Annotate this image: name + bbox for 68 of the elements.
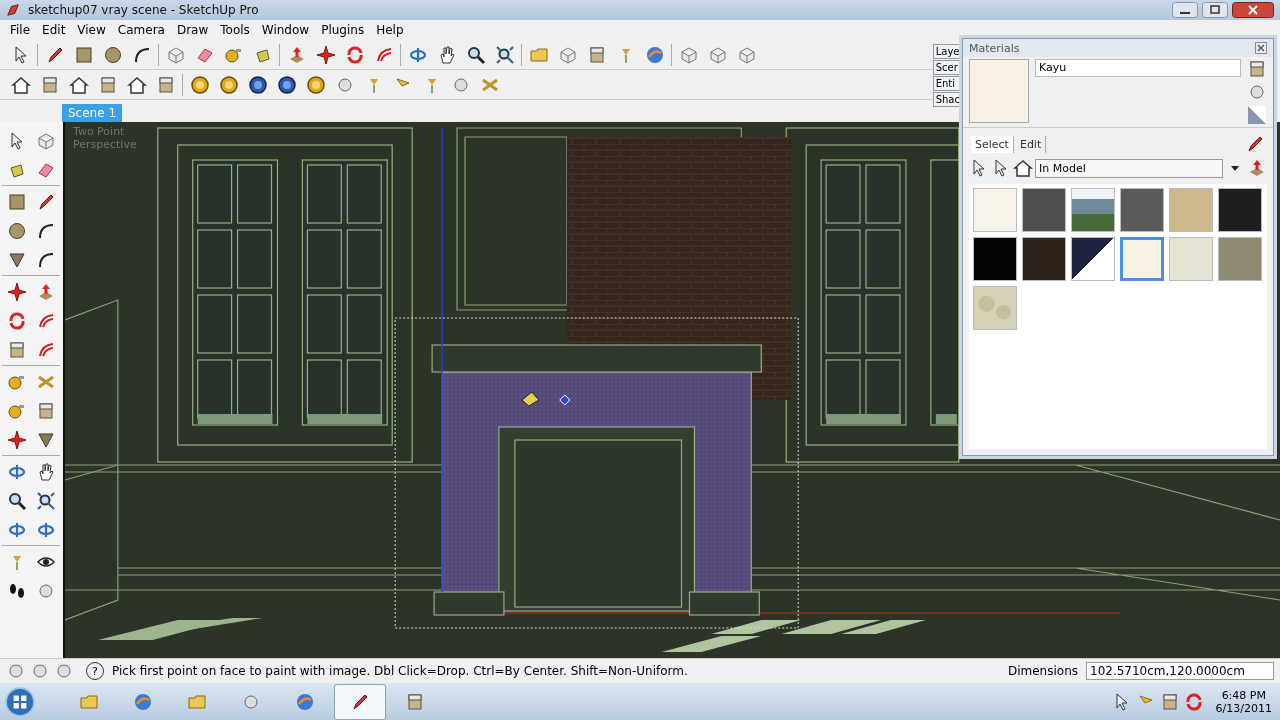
zoom-extents-icon[interactable] (35, 490, 56, 511)
zoom-icon[interactable] (6, 490, 27, 511)
zoom-extents-icon[interactable] (494, 44, 515, 65)
menu-item[interactable]: Draw (170, 23, 215, 37)
close-button[interactable] (1232, 2, 1274, 18)
minimize-button[interactable] (1172, 2, 1198, 18)
move-icon[interactable] (315, 44, 336, 65)
globe-icon[interactable] (644, 44, 665, 65)
default-material-icon[interactable] (1247, 105, 1267, 125)
tray-tab[interactable]: Shac (932, 92, 962, 107)
vertex-marker-icon (559, 394, 571, 406)
window-title: sketchup07 vray scene - SketchUp Pro (28, 3, 259, 17)
panel-tab[interactable]: Edit (1015, 135, 1047, 153)
menu-item[interactable]: Camera (111, 23, 171, 37)
coin-icon[interactable] (218, 74, 239, 95)
camera-label: Two Point Perspective (73, 126, 138, 152)
zoom-icon[interactable] (465, 44, 486, 65)
menu-item[interactable]: Plugins (315, 23, 371, 37)
circle-icon[interactable] (6, 220, 27, 241)
menu-item[interactable]: Window (255, 23, 316, 37)
material-swatch[interactable] (1022, 237, 1066, 281)
measurement-label: Dimensions (1007, 664, 1078, 678)
home-icon[interactable] (1013, 158, 1033, 178)
clock-time: 6:48 PM (1221, 688, 1266, 702)
status-hint: Pick first point on face to paint with image. Dbl Click=Drop. Ctrl=By Center. Shift=Non-Uniform. (112, 664, 688, 678)
maximize-button[interactable] (1202, 2, 1228, 18)
menu-item[interactable]: File (4, 23, 37, 37)
move-icon[interactable] (6, 281, 27, 302)
material-swatch[interactable] (1218, 237, 1262, 281)
material-swatch[interactable] (973, 188, 1017, 232)
menu-item[interactable]: Tools (214, 23, 256, 37)
material-swatch[interactable] (1120, 188, 1164, 232)
clock-date: 6/13/2011 (1215, 701, 1272, 715)
material-swatch[interactable] (973, 237, 1017, 281)
house-icon[interactable] (126, 74, 147, 95)
material-name-field[interactable]: Kayu (1035, 59, 1241, 77)
start-button[interactable] (4, 685, 36, 718)
material-swatch[interactable] (1071, 188, 1115, 232)
material-swatch[interactable] (1071, 237, 1115, 281)
rectangle-icon[interactable] (73, 44, 94, 65)
menu-item[interactable]: Edit (36, 23, 72, 37)
circle-icon[interactable] (102, 44, 123, 65)
material-swatch[interactable] (1120, 237, 1164, 281)
round-badge-icon[interactable] (247, 74, 268, 95)
rectangle-icon[interactable] (6, 191, 27, 212)
panel-title: Materials (969, 41, 1020, 55)
close-button[interactable] (1255, 42, 1267, 54)
collection-dropdown[interactable]: In Model (1035, 158, 1223, 178)
coin-icon[interactable] (305, 74, 326, 95)
material-swatch[interactable] (973, 286, 1017, 330)
round-badge-icon[interactable] (276, 74, 297, 95)
menu-item[interactable]: Help (370, 23, 410, 37)
paint-bucket-cursor-icon (521, 391, 540, 407)
app-icon (6, 3, 20, 17)
panel-tab[interactable]: Select (971, 135, 1014, 153)
house-icon[interactable] (10, 74, 31, 95)
coin-icon[interactable] (189, 74, 210, 95)
material-preview (969, 59, 1029, 123)
tray-tab[interactable]: Laye (932, 44, 962, 59)
tray-tab[interactable]: Enti (932, 76, 962, 91)
material-swatch[interactable] (1169, 237, 1213, 281)
measurement-field[interactable]: 102.5710cm,120.0000cm (1086, 662, 1274, 680)
material-swatch[interactable] (1022, 188, 1066, 232)
material-swatch[interactable] (1169, 188, 1213, 232)
material-swatch[interactable] (1218, 188, 1262, 232)
menu-item[interactable]: View (71, 23, 112, 37)
tray-tab[interactable]: Scer (932, 60, 962, 75)
house-icon[interactable] (68, 74, 89, 95)
